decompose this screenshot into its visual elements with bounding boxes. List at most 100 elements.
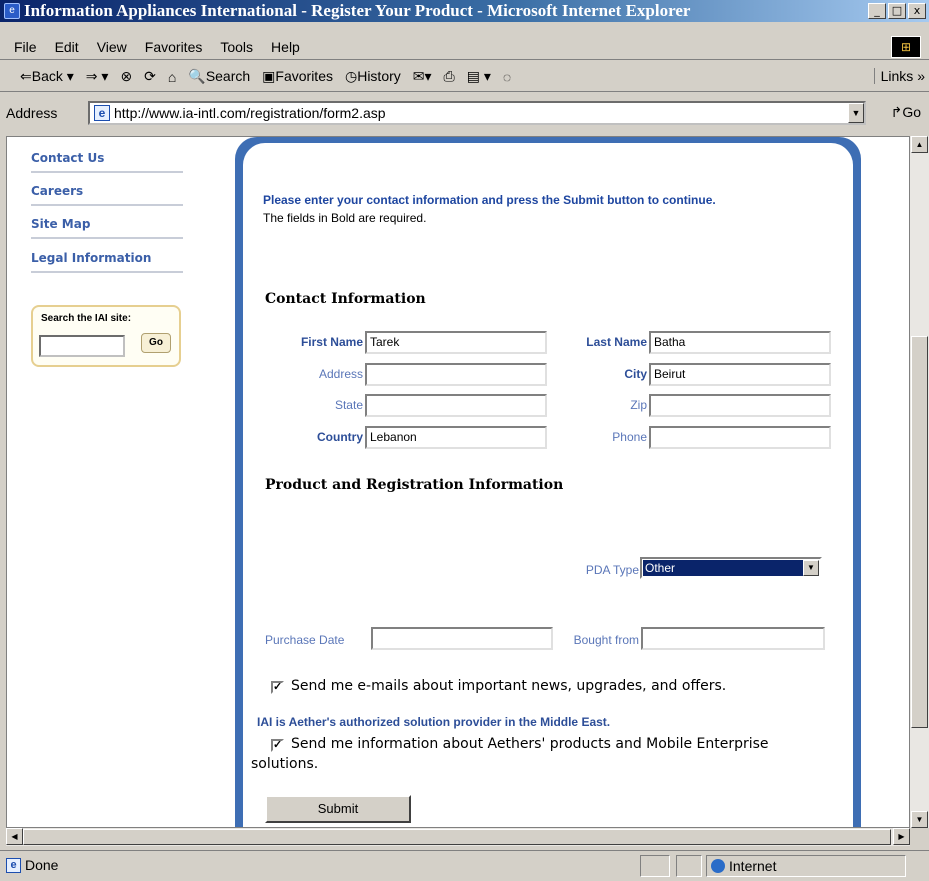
contact-section-title: Contact Information: [265, 291, 426, 307]
aether-opt-label-continued: solutions.: [251, 756, 319, 772]
state-field[interactable]: [365, 394, 547, 417]
links-button[interactable]: Links »: [873, 68, 925, 84]
country-label: Country: [317, 430, 363, 444]
history-button[interactable]: ◷History: [345, 68, 401, 85]
forward-button[interactable]: ⇒ ▾: [86, 68, 109, 85]
scroll-right-icon[interactable]: ▶: [893, 828, 910, 845]
vertical-scrollbar[interactable]: ▲ ▼: [910, 136, 929, 828]
go-button[interactable]: ↱Go: [891, 104, 921, 121]
history-icon: ◷: [344, 68, 358, 84]
address-dropdown-icon[interactable]: ▼: [848, 103, 864, 123]
nav-contact-us[interactable]: Contact Us: [31, 151, 183, 173]
address-bar: Address e http://www.ia-intl.com/registr…: [0, 96, 929, 130]
windows-logo-icon: ⊞: [891, 36, 921, 58]
pda-type-select[interactable]: Other ▼: [640, 557, 822, 579]
status-text: Done: [25, 857, 59, 873]
stop-icon[interactable]: ⊗: [120, 68, 132, 85]
chevron-down-icon[interactable]: ▼: [803, 560, 819, 576]
page-done-icon: e: [6, 857, 21, 873]
status-bar: e Done Internet: [0, 850, 929, 881]
bought-from-field[interactable]: [641, 627, 825, 650]
menu-file[interactable]: File: [14, 39, 37, 55]
zone-label: Internet: [729, 858, 777, 874]
menu-bar: File Edit View Favorites Tools Help ⊞: [0, 34, 929, 60]
zone-pane: Internet: [706, 855, 906, 877]
nav-careers[interactable]: Careers: [31, 184, 183, 206]
address-input[interactable]: e http://www.ia-intl.com/registration/fo…: [88, 101, 866, 125]
refresh-icon[interactable]: ⟳: [144, 68, 156, 85]
page-viewport: Contact Us Careers Site Map Legal Inform…: [6, 136, 910, 828]
search-label: Search: [205, 68, 251, 84]
links-label: Links: [880, 68, 914, 84]
site-search-input[interactable]: [39, 335, 125, 357]
first-name-field[interactable]: Tarek: [365, 331, 547, 354]
window-title: Information Appliances International - R…: [24, 1, 691, 20]
email-opt-label: Send me e-mails about important news, up…: [291, 678, 727, 694]
ie-app-icon: e: [4, 3, 20, 19]
maximize-button[interactable]: □: [888, 3, 906, 19]
home-icon[interactable]: ⌂: [168, 69, 176, 85]
form-instructions: Please enter your contact information an…: [263, 193, 716, 207]
menu-view[interactable]: View: [97, 39, 127, 55]
vertical-scroll-thumb[interactable]: [911, 336, 928, 728]
country-field[interactable]: Lebanon: [365, 426, 547, 449]
toolbar: ⇐Back ▾ ⇒ ▾ ⊗ ⟳ ⌂ 🔍Search ▣Favorites ◷Hi…: [0, 62, 929, 92]
scroll-down-icon[interactable]: ▼: [911, 811, 928, 828]
status-text-area: e Done: [6, 857, 58, 873]
zip-label: Zip: [630, 398, 647, 412]
status-pane-2: [676, 855, 702, 877]
edit-icon[interactable]: ▤ ▾: [467, 68, 491, 85]
page-icon: e: [94, 105, 110, 121]
site-search-box: Search the IAI site: Go: [31, 305, 181, 367]
search-icon: 🔍: [188, 68, 206, 84]
close-button[interactable]: x: [908, 3, 926, 19]
mail-icon[interactable]: ✉▾: [413, 68, 432, 85]
address-url: http://www.ia-intl.com/registration/form…: [114, 105, 386, 121]
city-field[interactable]: Beirut: [649, 363, 831, 386]
zip-field[interactable]: [649, 394, 831, 417]
discuss-icon[interactable]: ◌: [503, 69, 511, 85]
minimize-button[interactable]: _: [868, 3, 886, 19]
favorites-button[interactable]: ▣Favorites: [262, 68, 333, 85]
aether-opt-checkbox[interactable]: ✓: [271, 739, 284, 752]
bought-from-label: Bought from: [573, 633, 639, 647]
provider-note: IAI is Aether's authorized solution prov…: [257, 715, 611, 729]
email-opt-checkbox[interactable]: ✓: [271, 681, 284, 694]
print-icon[interactable]: ⎙: [444, 68, 455, 85]
go-arrow-icon: ↱: [890, 104, 903, 120]
back-button[interactable]: ⇐Back ▾: [20, 68, 74, 85]
purchase-date-label: Purchase Date: [265, 633, 345, 647]
history-label: History: [357, 68, 401, 84]
menu-help[interactable]: Help: [271, 39, 300, 55]
site-search-go-button[interactable]: Go: [141, 333, 171, 353]
menu-edit[interactable]: Edit: [55, 39, 79, 55]
nav-legal-information[interactable]: Legal Information: [31, 251, 183, 273]
scroll-left-icon[interactable]: ◀: [6, 828, 23, 845]
last-name-label: Last Name: [586, 335, 647, 349]
back-arrow-icon: ⇐: [20, 68, 32, 84]
phone-field[interactable]: [649, 426, 831, 449]
title-bar: e Information Appliances International -…: [0, 0, 929, 22]
city-label: City: [624, 367, 647, 381]
address-label: Address: [6, 105, 58, 121]
search-button[interactable]: 🔍Search: [188, 68, 250, 85]
address-field[interactable]: [365, 363, 547, 386]
address-field-label: Address: [318, 367, 363, 381]
submit-button[interactable]: Submit: [265, 795, 411, 823]
state-label: State: [334, 398, 363, 412]
scroll-up-icon[interactable]: ▲: [911, 136, 928, 153]
forward-arrow-icon: ⇒: [85, 68, 98, 84]
go-label: Go: [902, 104, 921, 120]
menu-favorites[interactable]: Favorites: [145, 39, 203, 55]
globe-icon: [711, 859, 725, 873]
site-search-label: Search the IAI site:: [41, 313, 132, 324]
horizontal-scrollbar[interactable]: ◀ ▶: [6, 828, 910, 846]
nav-site-map[interactable]: Site Map: [31, 217, 183, 239]
first-name-label: First Name: [300, 335, 363, 349]
favorites-icon: ▣: [262, 68, 276, 84]
status-pane: [640, 855, 670, 877]
last-name-field[interactable]: Batha: [649, 331, 831, 354]
horizontal-scroll-thumb[interactable]: [23, 829, 891, 845]
menu-tools[interactable]: Tools: [220, 39, 253, 55]
aether-opt-label: Send me information about Aethers' produ…: [291, 736, 769, 752]
